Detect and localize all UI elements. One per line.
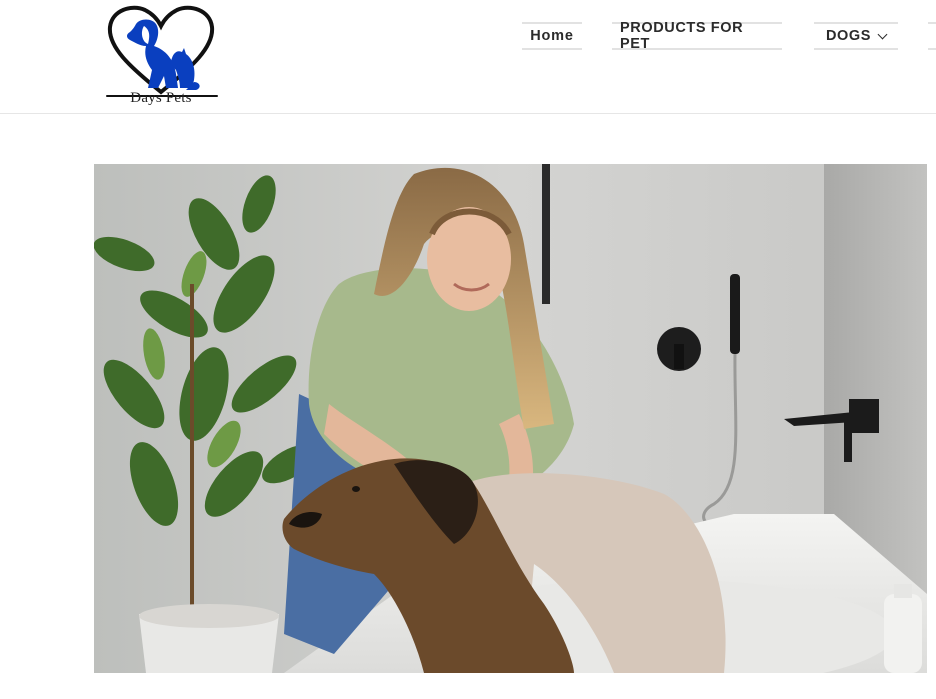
nav-item-dogs[interactable]: DOGS	[814, 22, 898, 50]
nav-item-dogs-label: DOGS	[825, 28, 872, 44]
nav-item-home[interactable]: Home	[522, 22, 582, 50]
dog-cat-heart-logo-icon	[107, 5, 215, 95]
site-header: Days Pets Home PRODUCTS FOR PET DOGS (	[0, 0, 936, 114]
chevron-down-icon	[877, 29, 888, 39]
woman-bathing-dog-photo-icon	[94, 164, 927, 673]
nav-item-overflow[interactable]: (	[928, 22, 936, 50]
site-logo[interactable]: Days Pets	[100, 2, 222, 112]
hero-image	[94, 164, 927, 673]
nav-item-home-label: Home	[530, 28, 574, 44]
logo-text: Days Pets	[130, 90, 192, 106]
nav-item-products-label: PRODUCTS FOR PET	[620, 20, 744, 52]
nav-item-products-for-pet[interactable]: PRODUCTS FOR PET	[612, 20, 782, 52]
